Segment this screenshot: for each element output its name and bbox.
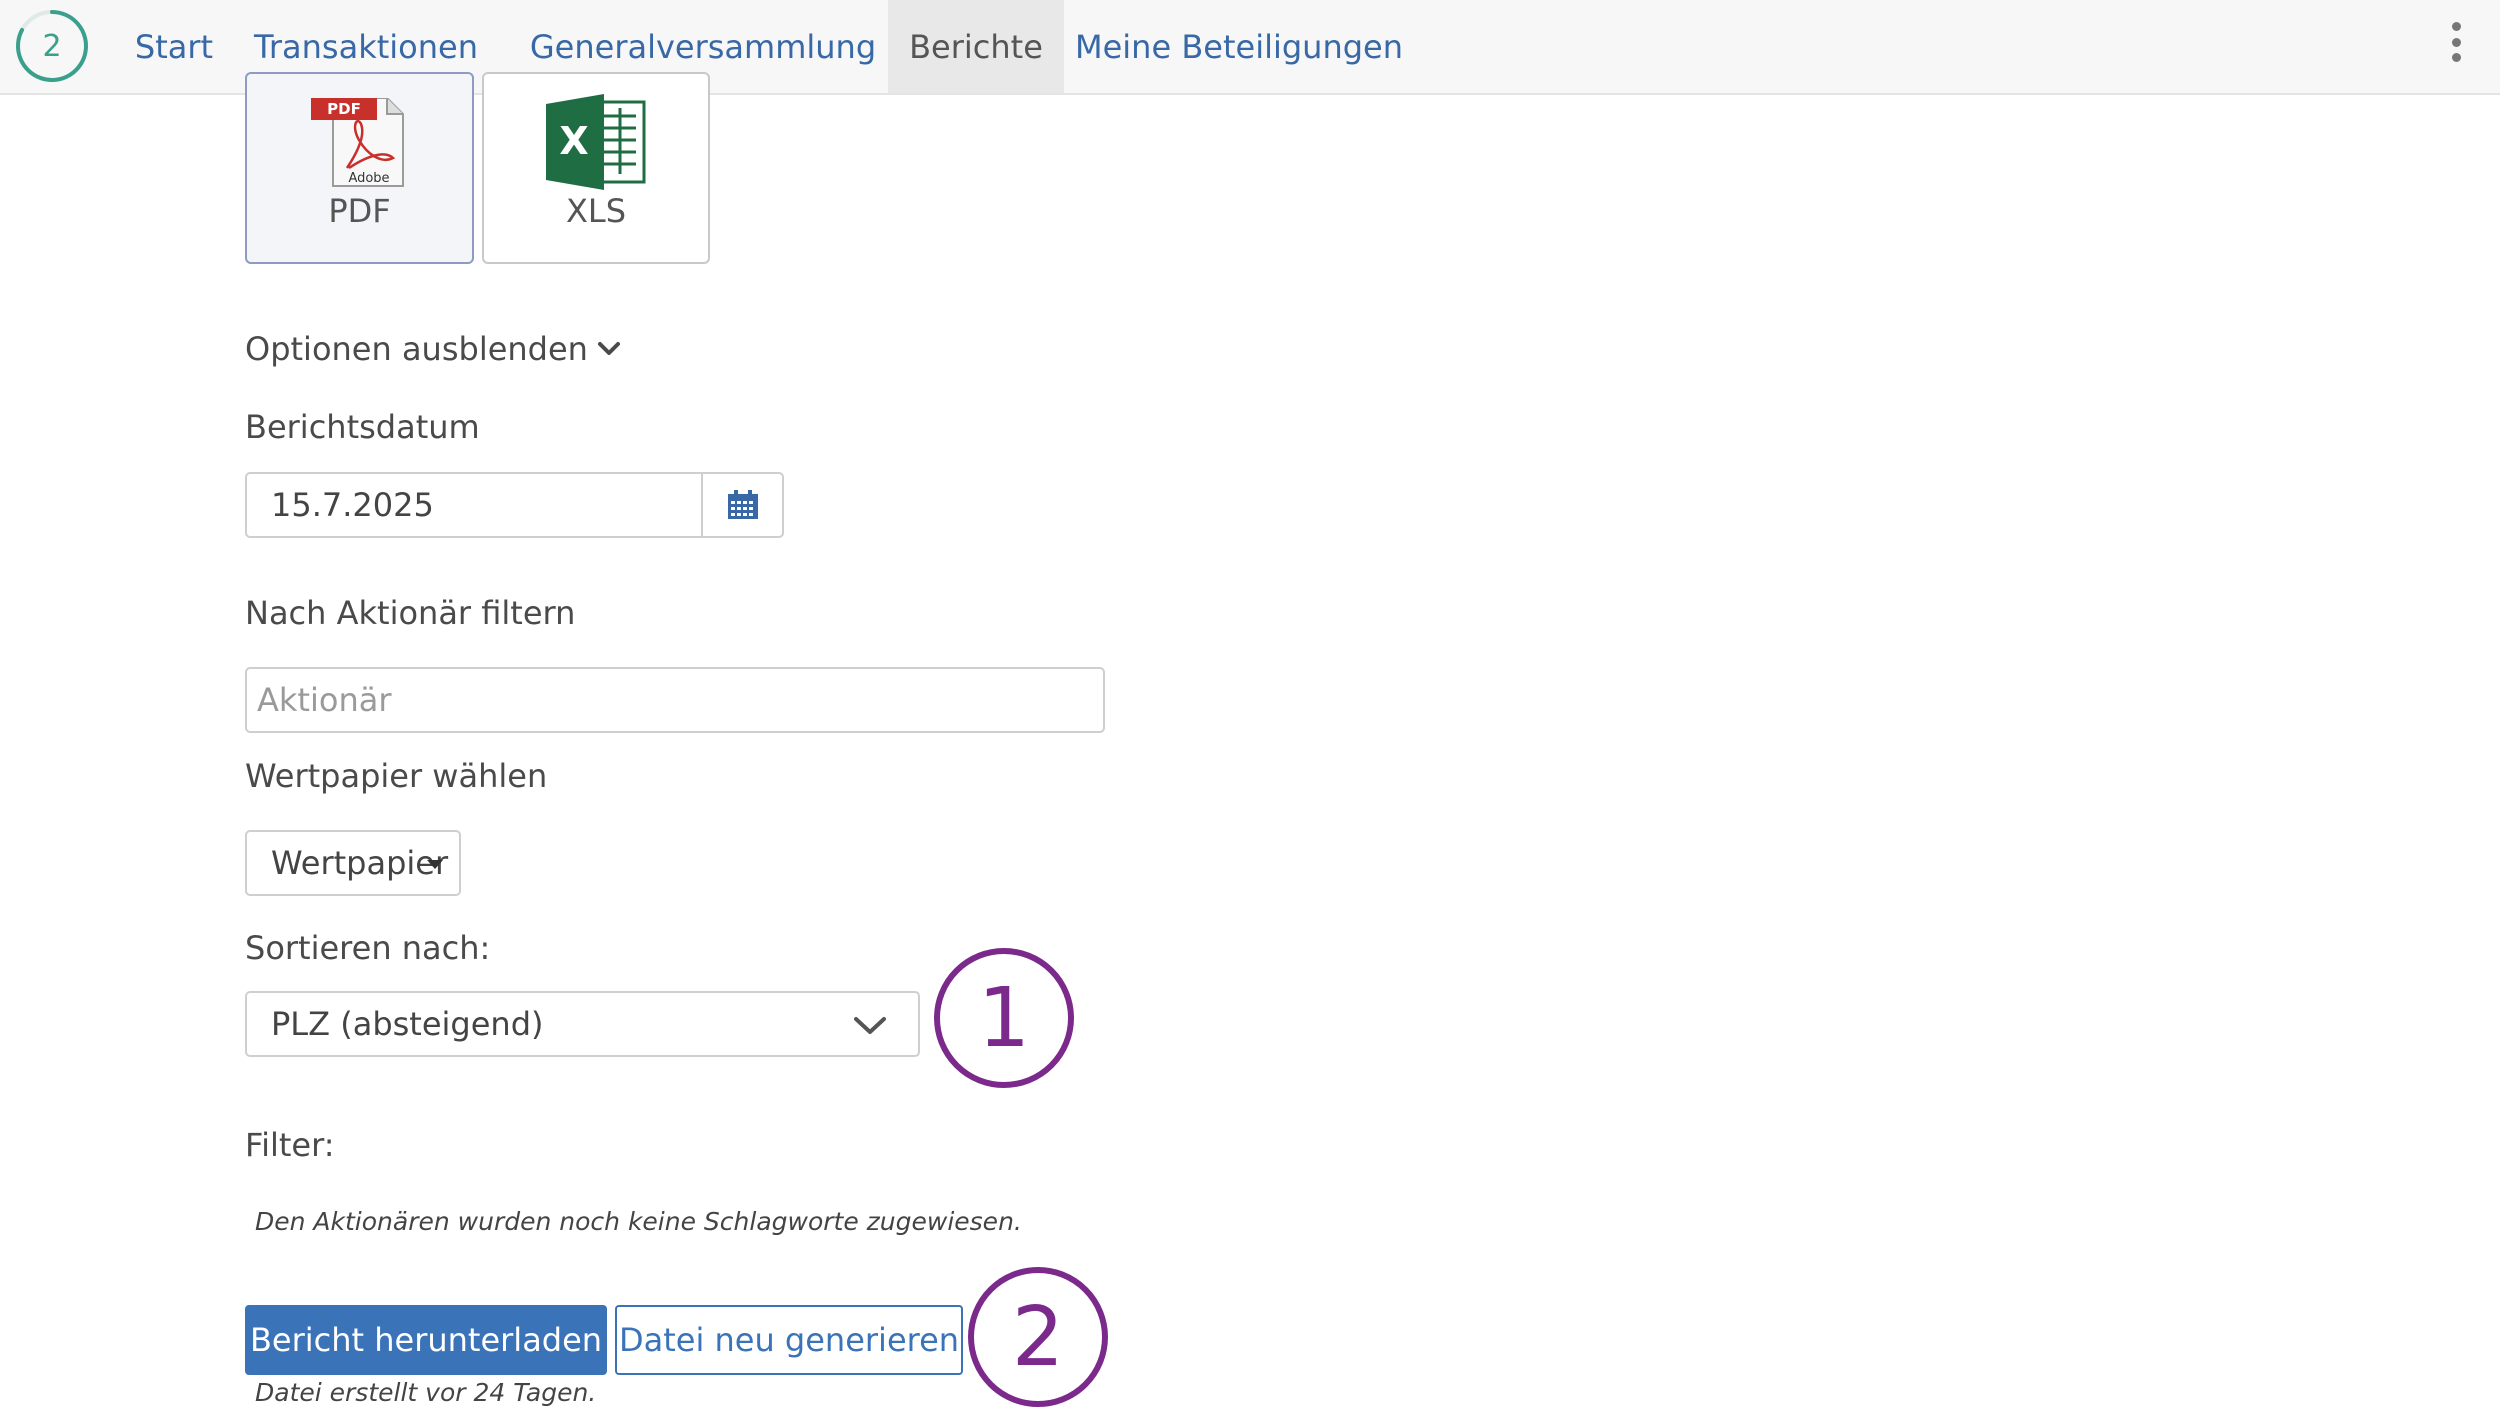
calendar-icon xyxy=(727,490,758,519)
download-report-button[interactable]: Bericht herunterladen xyxy=(245,1305,607,1375)
regenerate-file-button[interactable]: Datei neu generieren xyxy=(615,1305,963,1375)
nav-item-my-holdings[interactable]: Meine Beteiligungen xyxy=(1075,0,1403,93)
security-select[interactable]: Wertpapier xyxy=(245,830,461,896)
chevron-down-icon xyxy=(854,1017,886,1034)
format-tile-pdf[interactable]: PDF Adobe PDF xyxy=(245,72,474,264)
filter-label: Filter: xyxy=(245,1126,335,1164)
excel-file-icon: X xyxy=(546,94,646,190)
pdf-file-icon: PDF Adobe xyxy=(311,98,404,187)
format-tile-xls[interactable]: X XLS xyxy=(482,72,710,264)
report-date-label: Berichtsdatum xyxy=(245,408,480,446)
chevron-down-icon xyxy=(597,342,620,355)
filter-note: Den Aktionären wurden noch keine Schlagw… xyxy=(255,1207,1022,1236)
sort-select[interactable]: PLZ (absteigend) xyxy=(245,991,920,1057)
svg-text:X: X xyxy=(559,119,588,163)
calendar-button[interactable] xyxy=(702,472,784,538)
sort-select-value: PLZ (absteigend) xyxy=(271,1005,544,1043)
nav-item-start[interactable]: Start xyxy=(118,0,230,93)
security-select-value: Wertpapier xyxy=(271,844,449,882)
kebab-menu-icon[interactable] xyxy=(2446,22,2466,62)
file-created-note: Datei erstellt vor 24 Tagen. xyxy=(255,1378,597,1407)
svg-text:Adobe: Adobe xyxy=(348,171,389,186)
reports-page: 2 Start Transaktionen Generalversammlung… xyxy=(0,0,2500,1427)
report-date-input[interactable] xyxy=(245,472,703,538)
nav-item-reports[interactable]: Berichte xyxy=(888,0,1064,93)
caret-down-icon xyxy=(427,860,443,869)
logo-number: 2 xyxy=(42,28,62,64)
security-label: Wertpapier wählen xyxy=(245,757,548,795)
shareholder-input[interactable] xyxy=(245,667,1105,733)
format-label-xls: XLS xyxy=(565,192,627,230)
annotation-marker-2: 2 xyxy=(968,1267,1108,1407)
toggle-options-label: Optionen ausblenden xyxy=(245,330,588,368)
toggle-options-link[interactable]: Optionen ausblenden xyxy=(245,330,622,368)
sort-label: Sortieren nach: xyxy=(245,929,491,967)
shareholder-filter-label: Nach Aktionär filtern xyxy=(245,594,576,632)
svg-text:PDF: PDF xyxy=(327,100,361,118)
annotation-marker-1: 1 xyxy=(934,948,1074,1088)
format-label-pdf: PDF xyxy=(328,192,391,230)
app-logo[interactable]: 2 xyxy=(14,8,90,84)
